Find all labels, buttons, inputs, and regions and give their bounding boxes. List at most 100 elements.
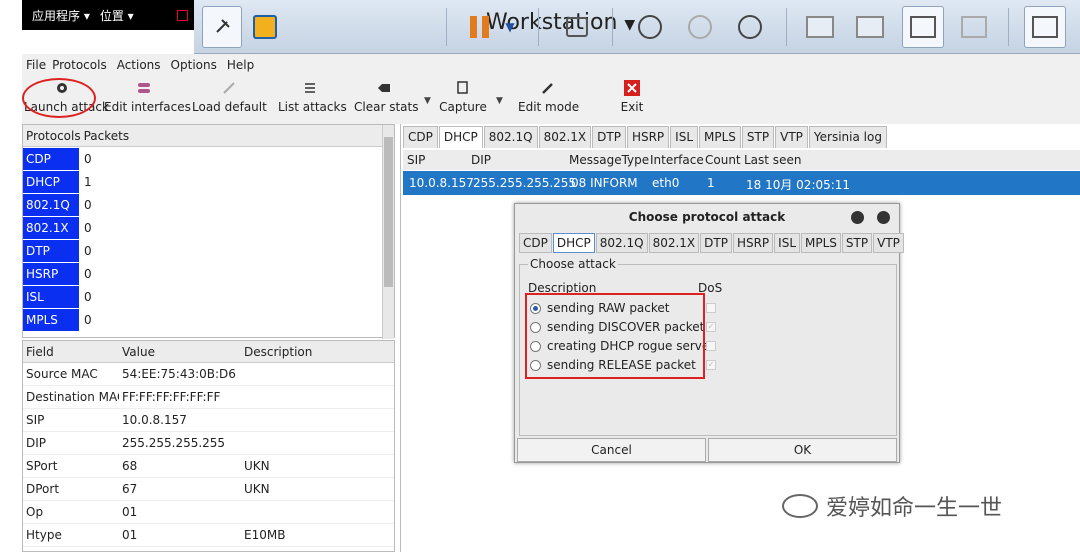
table-row[interactable]: Op 01	[23, 501, 394, 524]
close-icon[interactable]	[877, 211, 890, 224]
clear-stats-button[interactable]: Clear stats	[354, 78, 418, 114]
table-row[interactable]: DIP 255.255.255.255	[23, 432, 394, 455]
cell-last-seen: 18 10月 02:05:11	[746, 178, 851, 192]
sidebar-icon[interactable]	[804, 6, 836, 48]
col-dip[interactable]: DIP	[471, 153, 491, 167]
col-field[interactable]: Field	[23, 345, 119, 359]
field-name: SPort	[26, 459, 58, 473]
tab-isl[interactable]: ISL	[670, 126, 699, 148]
dialog-tab-isl[interactable]: ISL	[774, 233, 801, 253]
snapshot-manager-icon[interactable]	[734, 6, 766, 48]
tab-802-1q[interactable]: 802.1Q	[483, 126, 538, 148]
dos-checkbox[interactable]	[706, 303, 716, 313]
dos-checkbox[interactable]	[706, 341, 716, 351]
col-protocols[interactable]: Protocols	[23, 129, 81, 143]
edit-mode-button[interactable]: Edit mode	[518, 78, 579, 114]
table-row[interactable]: DHCP 1	[23, 170, 394, 193]
dialog-tab-dtp[interactable]: DTP	[700, 233, 732, 253]
thumbnail-icon[interactable]	[854, 6, 886, 48]
col-description[interactable]: Description	[241, 345, 312, 359]
cell-messagetype: 08 INFORM	[571, 176, 638, 190]
menu-help[interactable]: Help	[227, 58, 254, 72]
protocols-table: Protocols Packets CDP 0 DHCP 1 802.1Q 0 802.1X…	[22, 124, 395, 339]
console-view-icon[interactable]	[1024, 6, 1066, 48]
field-value: FF:FF:FF:FF:FF:FF	[122, 390, 221, 404]
interfaces-icon	[136, 80, 152, 96]
dos-checkbox[interactable]: ✓	[706, 360, 716, 370]
capture-button[interactable]: Capture	[438, 78, 488, 114]
protocols-scrollbar[interactable]	[382, 125, 394, 339]
col-sip[interactable]: SIP	[407, 153, 425, 167]
load-default-button[interactable]: Load default	[192, 78, 267, 114]
tab-802-1x[interactable]: 802.1X	[538, 126, 592, 148]
table-row[interactable]: DTP 0	[23, 239, 394, 262]
pause-icon[interactable]	[466, 6, 492, 48]
places-menu[interactable]: 位置 ▾	[100, 7, 134, 24]
network-icon[interactable]	[562, 6, 592, 48]
list-attacks-button[interactable]: List attacks	[278, 78, 347, 114]
tab-hsrp[interactable]: HSRP	[626, 126, 670, 148]
table-row[interactable]: SPort 68 UKN	[23, 455, 394, 478]
field-name: Destination MAC	[26, 390, 119, 404]
col-count[interactable]: Count	[705, 153, 741, 167]
unity-icon[interactable]	[958, 6, 990, 48]
table-row[interactable]: ISL 0	[23, 285, 394, 308]
snapshot-icon[interactable]	[634, 6, 666, 48]
minimize-icon[interactable]	[851, 211, 864, 224]
ok-button[interactable]: OK	[708, 438, 897, 462]
dialog-tab-802-1x[interactable]: 802.1X	[648, 233, 700, 253]
dialog-tab-stp[interactable]: STP	[841, 233, 873, 253]
brush-icon	[221, 80, 237, 96]
revert-snapshot-icon[interactable]	[684, 6, 716, 48]
menu-actions[interactable]: Actions	[117, 58, 161, 72]
menu-file[interactable]: File	[26, 58, 46, 72]
table-row[interactable]: DPort 67 UKN	[23, 478, 394, 501]
table-row[interactable]: Source MAC 54:EE:75:43:0B:D6	[23, 363, 394, 386]
dialog-tab-cdp[interactable]: CDP	[519, 233, 552, 253]
clear-stats-dropdown-icon[interactable]: ▼	[424, 96, 431, 106]
col-packets[interactable]: Packets	[81, 129, 130, 143]
exit-button[interactable]: Exit	[614, 78, 650, 114]
menu-options[interactable]: Options	[171, 58, 217, 72]
col-messagetype[interactable]: MessageType	[569, 153, 649, 167]
col-interface[interactable]: Interface	[650, 153, 704, 167]
tab-mpls[interactable]: MPLS	[699, 126, 741, 148]
tab-yersinia-log[interactable]: Yersinia log	[808, 126, 887, 148]
cancel-button[interactable]: Cancel	[517, 438, 706, 462]
tab-dhcp[interactable]: DHCP	[438, 126, 483, 148]
tab-vtp[interactable]: VTP	[775, 126, 808, 148]
dialog-tab-hsrp[interactable]: HSRP	[732, 233, 774, 253]
field-name: SIP	[26, 413, 45, 427]
field-value: 67	[122, 482, 138, 496]
dialog-tab-mpls[interactable]: MPLS	[801, 233, 841, 253]
table-row[interactable]: 802.1X 0	[23, 216, 394, 239]
field-value: 68	[122, 459, 138, 473]
table-row[interactable]: Destination MAC FF:FF:FF:FF:FF:FF	[23, 386, 394, 409]
field-name: DPort	[26, 482, 60, 496]
tab-stp[interactable]: STP	[741, 126, 775, 148]
col-value[interactable]: Value	[119, 345, 241, 359]
dialog-tab-802-1q[interactable]: 802.1Q	[595, 233, 648, 253]
fields-table-header: Field Value Description	[23, 341, 394, 363]
fullscreen-icon[interactable]	[902, 6, 944, 48]
applications-menu[interactable]: 应用程序 ▾	[32, 7, 90, 24]
dialog-tab-dhcp[interactable]: DHCP	[552, 233, 595, 253]
col-last-seen[interactable]: Last seen	[744, 153, 801, 167]
table-row[interactable]: Htype 01 E10MB	[23, 524, 394, 547]
table-row[interactable]: HSRP 0	[23, 262, 394, 285]
edit-interfaces-button[interactable]: Edit interfaces	[104, 78, 191, 114]
table-row[interactable]: SIP 10.0.8.157	[23, 409, 394, 432]
menu-protocols[interactable]: Protocols	[52, 58, 107, 72]
power-dropdown-icon[interactable]: ▼	[502, 6, 518, 48]
table-row[interactable]: MPLS 0	[23, 308, 394, 331]
table-row[interactable]: CDP 0	[23, 147, 394, 170]
table-row[interactable]: 802.1Q 0	[23, 193, 394, 216]
pin-icon[interactable]	[202, 6, 242, 48]
dos-checkbox[interactable]: ✓	[706, 322, 716, 332]
tab-dtp[interactable]: DTP	[592, 126, 626, 148]
capture-dropdown-icon[interactable]: ▼	[496, 96, 503, 106]
protocol-packets: 0	[84, 197, 92, 212]
dialog-tab-vtp[interactable]: VTP	[873, 233, 904, 253]
tab-cdp[interactable]: CDP	[403, 126, 438, 148]
table-row[interactable]: 10.0.8.157 255.255.255.255 08 INFORM eth…	[403, 171, 1080, 195]
